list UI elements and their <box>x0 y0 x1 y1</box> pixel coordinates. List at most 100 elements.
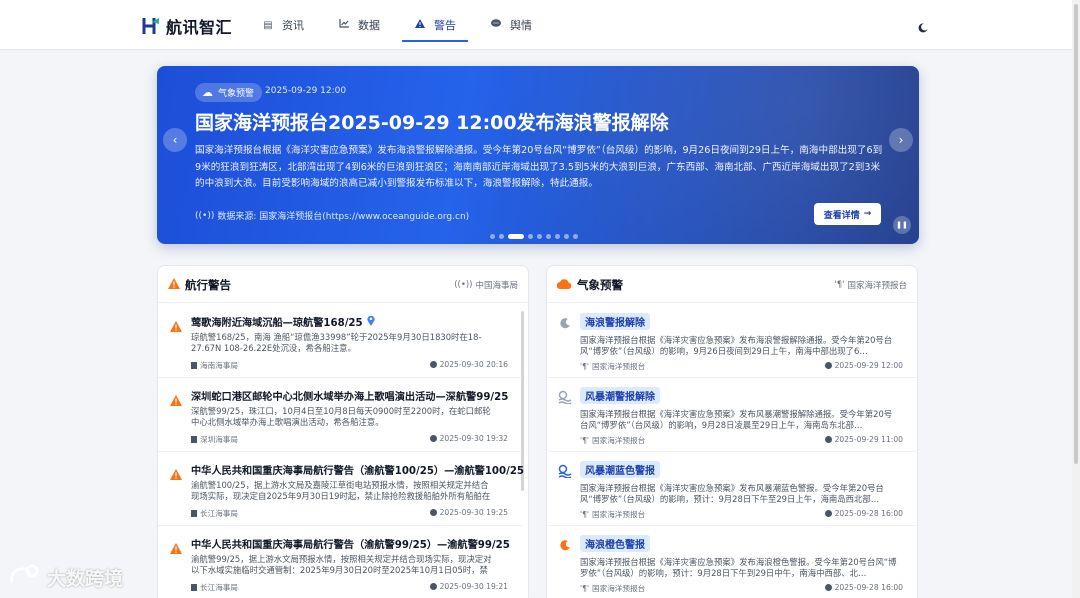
warning-icon <box>170 539 182 554</box>
carousel-dot[interactable] <box>546 234 551 239</box>
warning-icon <box>168 278 180 292</box>
logo-mark-icon <box>142 16 160 36</box>
building-icon <box>191 584 197 591</box>
building-icon <box>191 510 197 517</box>
hero-source: ((•)) 数据来源: 国家海洋预报台(https://www.oceangui… <box>195 209 470 223</box>
carousel-indicators <box>490 234 578 239</box>
clock-icon <box>824 584 832 591</box>
cloud-icon <box>556 278 572 292</box>
warning-list-item[interactable]: 深圳蛇口港区邮轮中心北侧水域举办海上歌唱演出活动—深航警99/25 深航警99/… <box>158 378 522 452</box>
warning-description: 渝航警100/25，据上游水文局及嘉陵江草街电站预报水情，按照相关规定并结合现场… <box>191 480 491 501</box>
carousel-dot[interactable] <box>537 234 542 239</box>
hero-category-tag: ☁ 气象预警 <box>195 83 263 102</box>
warning-time-text: 2025-09-30 19:32 <box>439 434 508 443</box>
weather-list-item[interactable]: 海浪橙色警报 国家海洋预报台根据《海洋灾害应急预案》发布海浪橙色警报。受今年第2… <box>547 526 917 598</box>
hero-timestamp: 2025-09-29 12:00 <box>265 86 347 96</box>
broadcast-icon: ((•)) <box>195 210 215 221</box>
hero-body-text: 国家海洋预报台根据《海洋灾害应急预案》发布海浪警报解除通报。受今年第20号台风“… <box>195 145 883 189</box>
carousel-dot[interactable] <box>555 234 560 239</box>
antenna-icon: '¶' <box>580 510 590 519</box>
alert-agency-text: 国家海洋预报台 <box>592 362 646 371</box>
warning-list-item[interactable]: 中华人民共和国重庆海事局航行警告（渝航警100/25）—渝航警100/25 渝航… <box>158 452 524 526</box>
warning-title: 莺歌海附近海域沉船—琼航警168/25 <box>191 314 375 329</box>
nav-item-label: 资讯 <box>282 19 304 32</box>
panel-source-text: 国家海洋预报台 <box>847 281 907 291</box>
pause-icon[interactable]: ❚❚ <box>893 216 911 234</box>
app-logo[interactable]: 航讯智汇 <box>142 14 232 38</box>
alert-time: 2025-09-28 16:00 <box>824 509 903 518</box>
alert-agency-text: 国家海洋预报台 <box>592 584 646 593</box>
wave-icon <box>557 537 573 553</box>
carousel-dot[interactable] <box>490 234 495 239</box>
warning-icon <box>170 317 182 332</box>
map-pin-icon[interactable] <box>367 315 375 329</box>
warning-title: 中华人民共和国重庆海事局航行警告（渝航警100/25）—渝航警100/25 <box>191 462 524 477</box>
carousel-prev-button[interactable]: ‹ <box>163 128 187 152</box>
weather-list-item[interactable]: 海浪警报解除 国家海洋预报台根据《海洋灾害应急预案》发布海浪警报解除通报。受今年… <box>547 304 917 378</box>
alert-description: 国家海洋预报台根据《海洋灾害应急预案》发布海浪橙色警报。受今年第20号台风“博罗… <box>580 557 897 578</box>
watermark-logo-icon <box>8 563 42 592</box>
warning-list-item[interactable]: 中华人民共和国重庆海事局航行警告（渝航警99/25）—渝航警99/25 渝航警9… <box>158 526 522 598</box>
alert-time: 2025-09-29 11:00 <box>824 435 903 444</box>
warning-agency-text: 深圳海事局 <box>200 435 238 444</box>
clock-icon <box>429 509 437 516</box>
wave-icon <box>557 315 573 331</box>
panel-title: 气象预警 <box>556 277 623 293</box>
nav-item-data[interactable]: 数据 <box>326 0 392 50</box>
warning-description: 深航警99/25，珠江口，10月4日至10月8日每天0900时至2200时，在蛇… <box>191 406 491 427</box>
carousel-dot[interactable] <box>573 234 578 239</box>
alert-description: 国家海洋预报台根据《海洋灾害应急预案》发布风暴潮蓝色警报。受今年第20号台风“博… <box>580 483 884 504</box>
alert-time-text: 2025-09-29 12:00 <box>834 361 903 370</box>
alert-type-badge: 海浪橙色警报 <box>580 535 650 552</box>
storm-surge-icon <box>557 463 573 479</box>
storm-surge-icon <box>557 389 573 405</box>
alert-time: 2025-09-29 12:00 <box>824 361 903 370</box>
page-scrollbar-thumb[interactable] <box>1074 4 1078 464</box>
warning-time: 2025-09-30 19:21 <box>429 582 508 591</box>
weather-list-item[interactable]: 风暴潮警报解除 国家海洋预报台根据《海洋灾害应急预案》发布风暴潮警报解除通报。受… <box>547 378 917 452</box>
warning-title: 深圳蛇口港区邮轮中心北侧水域举办海上歌唱演出活动—深航警99/25 <box>191 388 508 403</box>
carousel-dot[interactable] <box>528 234 533 239</box>
alert-description: 国家海洋预报台根据《海洋灾害应急预案》发布海浪警报解除通报。受今年第20号台风“… <box>580 335 893 356</box>
carousel-next-button[interactable]: › <box>889 128 913 152</box>
comment-icon <box>490 19 502 31</box>
warning-list-item[interactable]: 莺歌海附近海域沉船—琼航警168/25 琼航警168/25，南海 渔船“琼儋渔3… <box>158 304 522 378</box>
alert-agency: '¶' 国家海洋预报台 <box>580 435 645 446</box>
panel-header: 航行警告 ((•)) 中国海事局 <box>158 266 528 303</box>
hero-carousel: ☁ 气象预警 2025-09-29 12:00 国家海洋预报台2025-09-2… <box>157 66 919 244</box>
watermark: 大数跨境 <box>8 563 123 592</box>
moon-icon[interactable] <box>918 18 932 33</box>
hero-source-text: 数据来源: 国家海洋预报台(https://www.oceanguide.org… <box>217 212 470 222</box>
chevron-left-icon: ‹ <box>172 133 178 147</box>
building-icon <box>191 362 197 369</box>
nav-item-warnings[interactable]: 警告 <box>402 0 468 50</box>
panel-title-text: 航行警告 <box>185 278 231 292</box>
clock-icon <box>429 435 437 442</box>
navigation-warnings-panel: 航行警告 ((•)) 中国海事局 莺歌海附近海域沉船—琼航警168/25 琼航警… <box>157 265 529 598</box>
warning-agency-text: 长江海事局 <box>200 583 238 592</box>
carousel-dot-active[interactable] <box>508 234 524 239</box>
hero-title[interactable]: 国家海洋预报台2025-09-29 12:00发布海浪警报解除 <box>195 108 669 135</box>
clock-icon <box>824 510 832 517</box>
nav-item-sentiment[interactable]: 舆情 <box>478 0 544 50</box>
weather-list-item[interactable]: 风暴潮蓝色警报 国家海洋预报台根据《海洋灾害应急预案》发布风暴潮蓝色警报。受今年… <box>547 452 917 526</box>
warning-description: 渝航警99/25，据上游水文局预报水情，按照相关规定并结合现场实际，现决定对以下… <box>191 554 492 575</box>
nav-item-news[interactable]: ▤ 资讯 <box>250 0 316 50</box>
watermark-text: 大数跨境 <box>47 568 124 590</box>
alert-time: 2025-09-28 16:00 <box>824 583 903 592</box>
carousel-dot[interactable] <box>564 234 569 239</box>
warning-time: 2025-09-30 19:25 <box>429 508 508 517</box>
warning-agency: 长江海事局 <box>191 508 238 519</box>
alert-agency-text: 国家海洋预报台 <box>592 436 646 445</box>
warning-title-text: 中华人民共和国重庆海事局航行警告（渝航警100/25）—渝航警100/25 <box>191 466 525 477</box>
antenna-icon: '¶' <box>580 362 590 371</box>
view-details-button[interactable]: 查看详情 → <box>814 203 881 225</box>
warning-description: 琼航警168/25，南海 渔船“琼儋渔33998”轮于2025年9月30日183… <box>191 332 482 353</box>
view-details-label: 查看详情 <box>823 210 860 221</box>
hero-tag-label: 气象预警 <box>218 89 255 99</box>
alert-time-text: 2025-09-28 16:00 <box>834 583 903 592</box>
newspaper-icon: ▤ <box>263 19 273 31</box>
carousel-dot[interactable] <box>499 234 504 239</box>
warning-title-text: 深圳蛇口港区邮轮中心北侧水域举办海上歌唱演出活动—深航警99/25 <box>191 392 509 403</box>
alert-agency: '¶' 国家海洋预报台 <box>580 583 645 594</box>
